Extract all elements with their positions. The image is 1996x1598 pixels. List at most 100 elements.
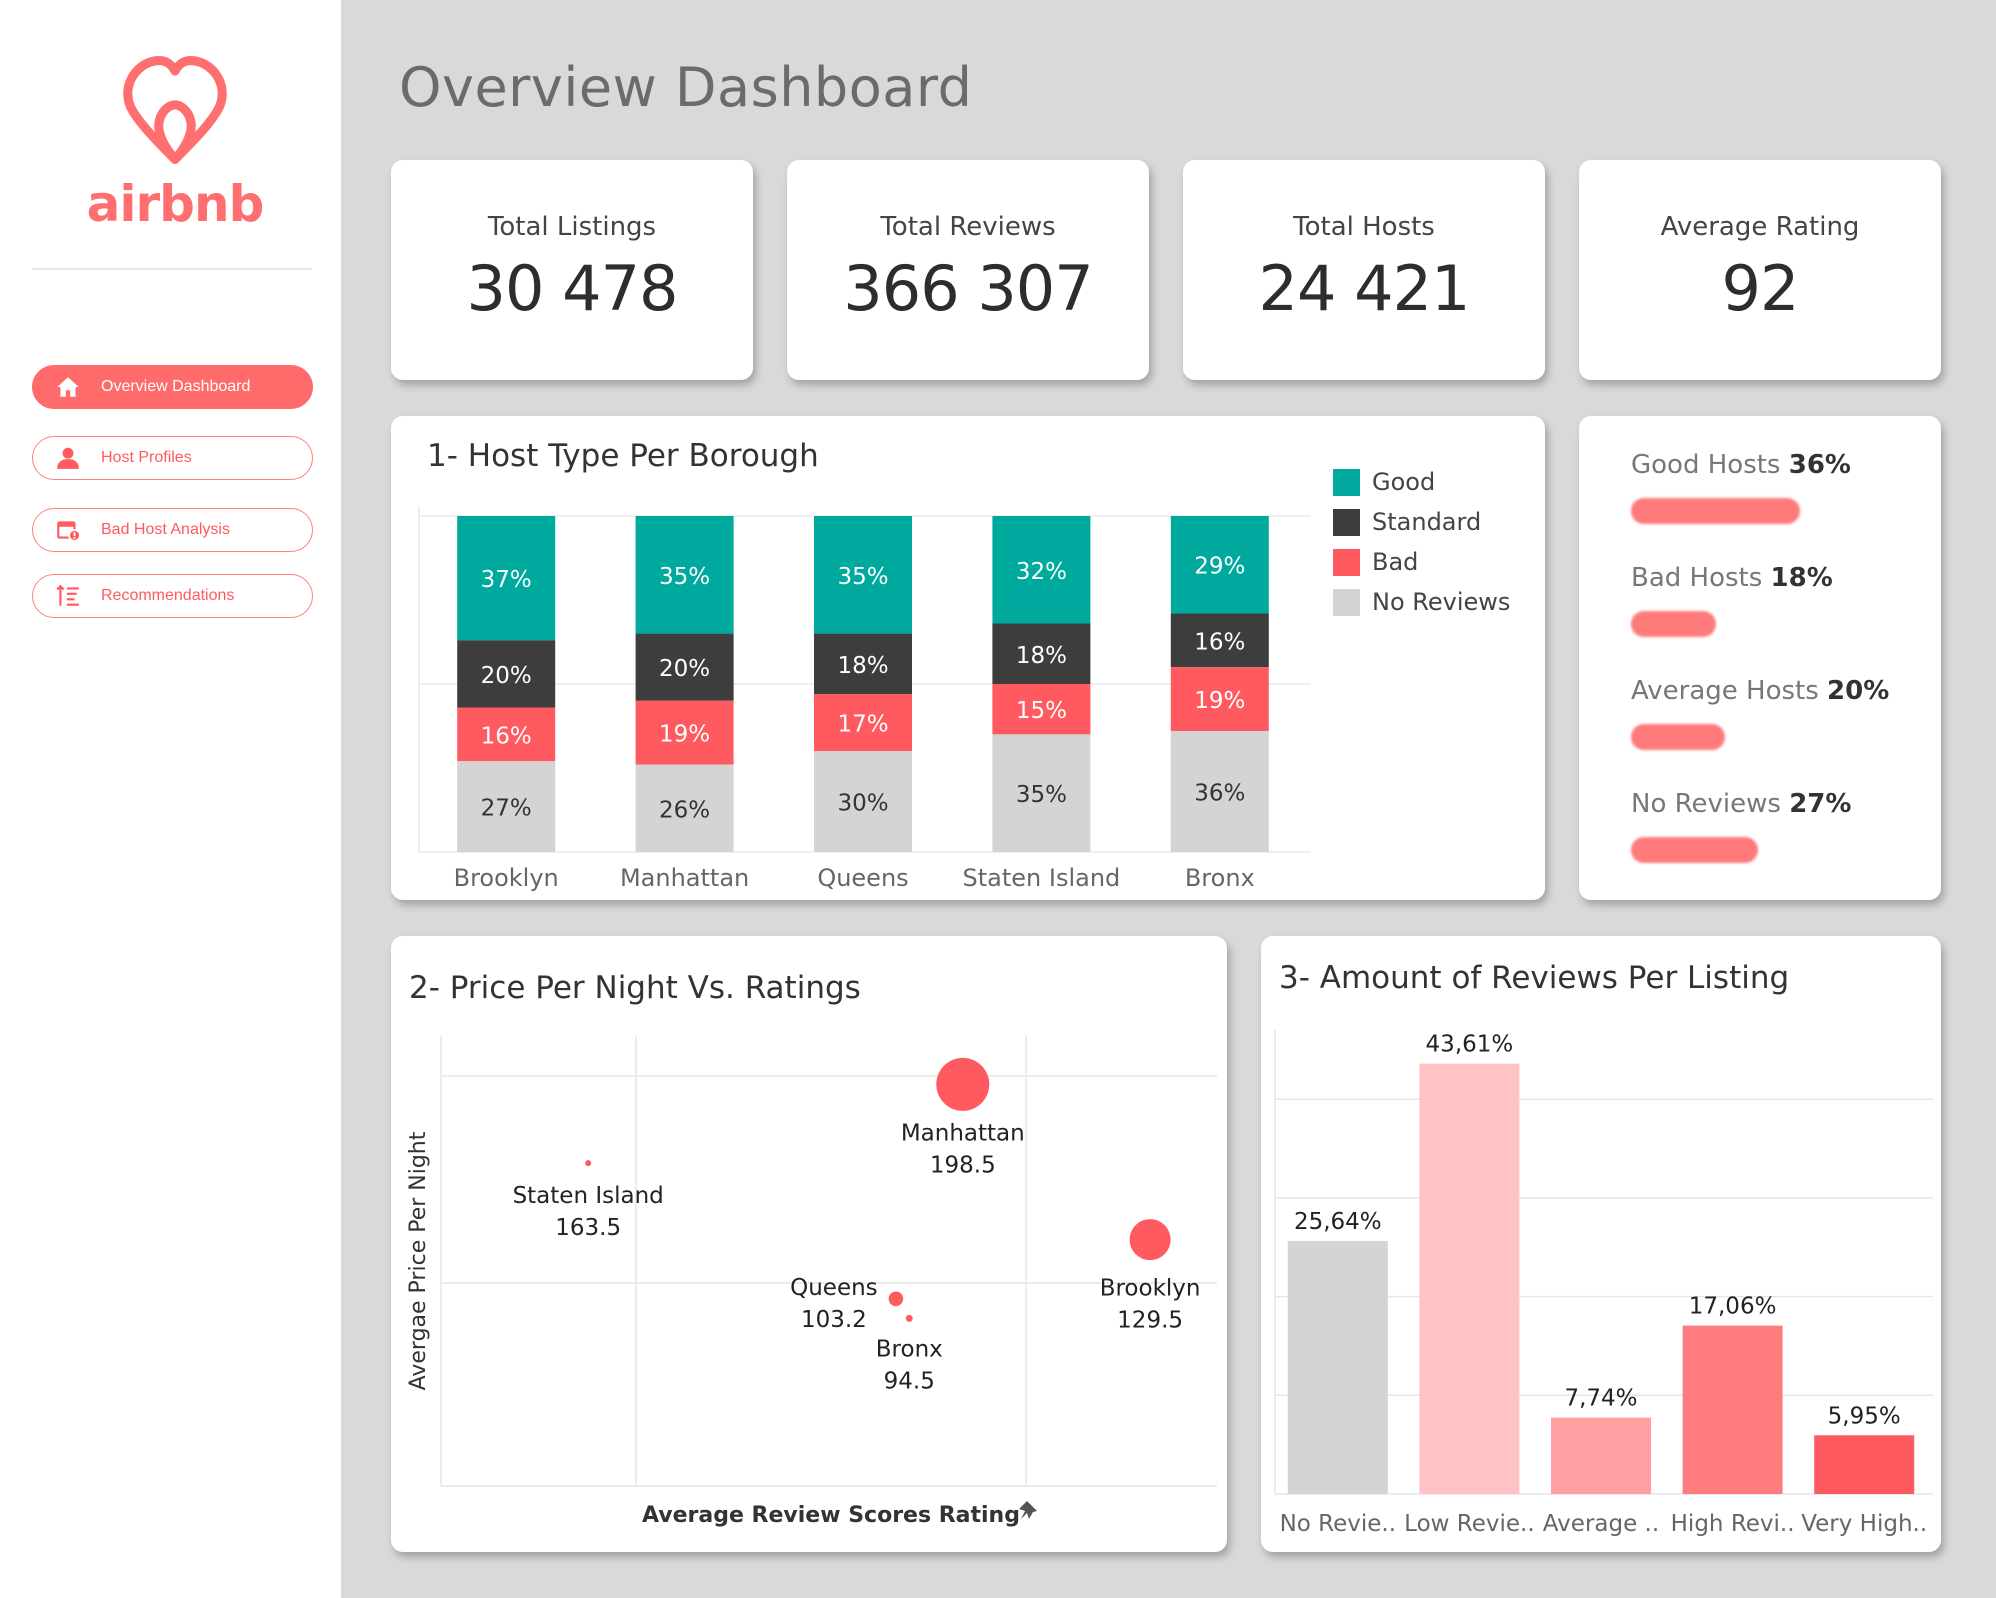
point-value-label: 129.5: [1117, 1308, 1183, 1334]
host-summary-row: Bad Hosts 18%: [1631, 563, 1833, 637]
host-type-percent: 18%: [1770, 563, 1833, 593]
data-label: 18%: [1016, 643, 1067, 669]
data-label: 16%: [1194, 629, 1245, 655]
nav-label: Overview Dashboard: [101, 378, 251, 395]
kpi-value: 92: [1721, 252, 1800, 325]
nav-item-bad-host-analysis[interactable]: Bad Host Analysis: [32, 508, 313, 552]
host-summary-bar: [1631, 837, 1758, 863]
x-tick-label: Very High..: [1801, 1511, 1927, 1537]
host-type-label: Average Hosts: [1631, 676, 1828, 706]
point-label: Staten Island: [513, 1183, 664, 1209]
data-label: 7,74%: [1564, 1386, 1637, 1412]
data-label: 16%: [481, 723, 532, 749]
data-label: 19%: [659, 722, 710, 748]
host-summary-row: No Reviews 27%: [1631, 789, 1851, 863]
pin-icon-shape: [1019, 1501, 1037, 1519]
point-label: Bronx: [876, 1336, 943, 1362]
x-tick-label: Manhattan: [620, 864, 749, 892]
host-summary-bar: [1631, 611, 1716, 637]
legend-item[interactable]: No Reviews: [1333, 588, 1510, 616]
kpi-label: Total Reviews: [880, 212, 1056, 242]
point-value-label: 103.2: [801, 1307, 867, 1333]
data-label: 35%: [1016, 782, 1067, 808]
x-tick-label: Bronx: [1185, 864, 1255, 892]
point-value-label: 198.5: [930, 1152, 996, 1178]
host-summary-label: Good Hosts 36%: [1631, 450, 1851, 480]
pin-icon: [1019, 1501, 1037, 1519]
host-summary-label: Average Hosts 20%: [1631, 676, 1889, 706]
main-content: Overview Dashboard Total Listings 30 478…: [341, 0, 1996, 1598]
host-type-percent: 36%: [1788, 450, 1851, 480]
point-value-label: 163.5: [555, 1215, 621, 1241]
legend-item[interactable]: Bad: [1333, 548, 1418, 576]
kpi-label: Total Listings: [487, 212, 657, 242]
x-tick-label: No Revie..: [1280, 1511, 1396, 1537]
bar: [1814, 1435, 1915, 1494]
scatter-point-staten-island: [585, 1160, 592, 1167]
data-label: 20%: [481, 663, 532, 689]
x-tick-label: Average ..: [1543, 1511, 1659, 1537]
y-axis-label: Avergae Price Per Night: [406, 1131, 431, 1390]
brand-name: airbnb: [86, 175, 265, 233]
scatter-point-bronx: [905, 1314, 913, 1322]
data-label: 17%: [837, 712, 888, 738]
x-axis-label: Average Review Scores Rating: [642, 1503, 1020, 1528]
nav-label: Bad Host Analysis: [101, 521, 230, 538]
data-label: 32%: [1016, 559, 1067, 585]
bar-chart: 25,64% No Revie.. 43,61% Low Revie.. 7,74% Av…: [1274, 1030, 1933, 1537]
legend-swatch: [1333, 508, 1360, 536]
legend-item[interactable]: Good: [1333, 468, 1435, 496]
data-label: 5,95%: [1828, 1403, 1901, 1429]
nav-item-host-profiles[interactable]: Host Profiles: [32, 436, 313, 480]
legend-swatch: [1333, 588, 1360, 616]
data-label: 25,64%: [1294, 1209, 1382, 1235]
data-label: 35%: [659, 564, 710, 590]
host-summary-label: Bad Hosts 18%: [1631, 563, 1833, 593]
data-label: 29%: [1194, 554, 1245, 580]
legend-swatch: [1333, 468, 1360, 496]
kpi-card-total-reviews: Total Reviews 366 307: [787, 160, 1149, 380]
sidebar: airbnb Overview Dashboard Host Profiles …: [0, 0, 341, 1598]
legend-label: Bad: [1372, 548, 1419, 576]
data-label: 17,06%: [1689, 1294, 1777, 1320]
host-type-label: Bad Hosts: [1631, 563, 1771, 593]
data-label: 26%: [659, 797, 710, 823]
host-summary-card: Good Hosts 36% Bad Hosts 18% Average Hosts…: [1579, 416, 1941, 900]
kpi-card-total-hosts: Total Hosts 24 421: [1183, 160, 1545, 380]
chart-price-vs-ratings: 2- Price Per Night Vs. Ratings Average R…: [391, 936, 1227, 1552]
nav-item-overview-dashboard[interactable]: Overview Dashboard: [32, 365, 313, 409]
legend-swatch: [1333, 548, 1360, 576]
data-label: 20%: [659, 656, 710, 682]
host-type-label: Good Hosts: [1631, 450, 1789, 480]
kpi-label: Average Rating: [1660, 212, 1860, 242]
host-summary-row: Average Hosts 20%: [1631, 676, 1889, 750]
data-label: 30%: [837, 791, 888, 817]
home-icon: [55, 374, 81, 400]
scatter-point-queens: [888, 1291, 904, 1307]
legend-item[interactable]: Standard: [1333, 508, 1481, 536]
legend-label: Standard: [1372, 508, 1482, 536]
sort-list-icon: [55, 583, 81, 609]
kpi-card-total-listings: Total Listings 30 478: [391, 160, 753, 380]
nav-label: Recommendations: [101, 587, 235, 604]
page-title: Overview Dashboard: [399, 56, 973, 119]
scatter-chart: Average Review Scores Rating Avergae Pric…: [406, 1036, 1217, 1528]
scatter-point-manhattan: [936, 1057, 990, 1111]
user-icon: [55, 445, 81, 471]
nav-item-recommendations[interactable]: Recommendations: [32, 574, 313, 618]
chart-reviews-per-listing: 3- Amount of Reviews Per Listing 25,64% N…: [1261, 936, 1941, 1552]
legend-label: No Reviews: [1372, 588, 1511, 616]
point-label: Manhattan: [901, 1120, 1025, 1146]
nav-label: Host Profiles: [101, 449, 192, 466]
data-label: 27%: [481, 796, 532, 822]
host-summary-label: No Reviews 27%: [1631, 789, 1851, 819]
host-summary-bar: [1631, 724, 1725, 750]
bar: [1287, 1240, 1388, 1494]
bar: [1682, 1325, 1783, 1494]
sidebar-divider: [32, 268, 312, 270]
data-label: 35%: [837, 564, 888, 590]
kpi-value: 24 421: [1258, 252, 1471, 325]
x-tick-label: High Revi..: [1671, 1511, 1795, 1537]
airbnb-logo[interactable]: airbnb: [80, 45, 270, 245]
host-type-label: No Reviews: [1631, 789, 1790, 819]
